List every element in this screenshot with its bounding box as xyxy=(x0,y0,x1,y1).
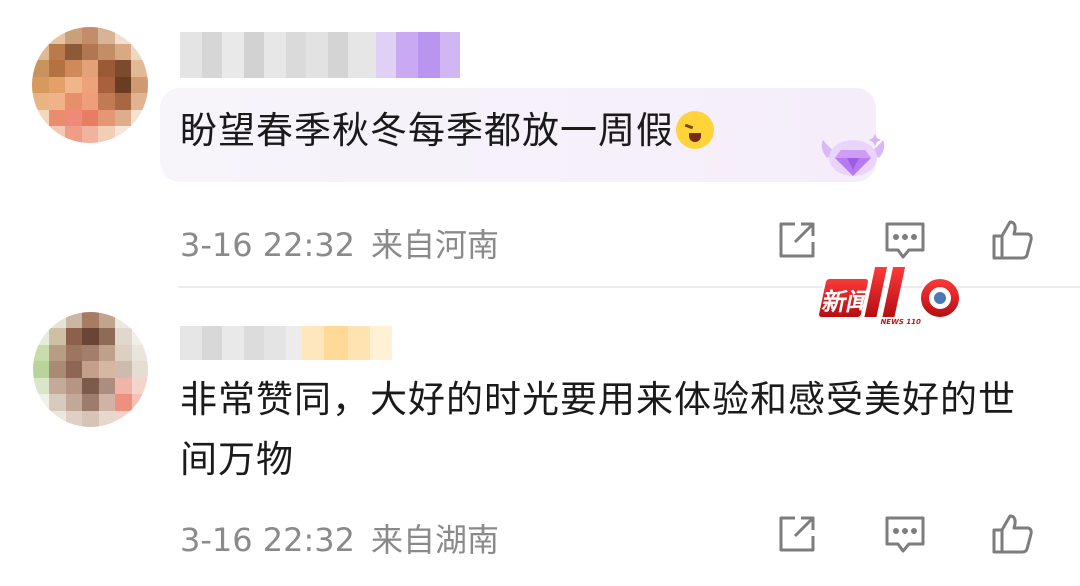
comment-meta: 3-16 22:32 来自湖南 xyxy=(180,515,499,561)
thumbs-up-icon[interactable] xyxy=(990,218,1034,262)
username-blurred[interactable] xyxy=(180,326,392,360)
comment-item: 非常赞同，大好的时光要用来体验和感受美好的世间万物 3-16 22:32 来自湖南 xyxy=(0,288,1080,586)
comment-time: 3-16 22:32 xyxy=(180,521,356,559)
avatar[interactable] xyxy=(32,27,148,143)
comment-item: 盼望春季秋冬每季都放一周假 3-16 22:32 来自河南 xyxy=(0,0,1080,288)
comment-text-content: 盼望春季秋冬每季都放一周假 xyxy=(180,109,674,152)
comment-location: 来自河南 xyxy=(371,226,500,264)
svg-text:NEWS 110: NEWS 110 xyxy=(880,317,922,326)
diamond-badge-icon xyxy=(821,134,885,176)
screaming-face-emoji-icon xyxy=(676,111,714,149)
comment-text: 非常赞同，大好的时光要用来体验和感受美好的世间万物 xyxy=(180,378,1016,481)
share-icon[interactable] xyxy=(775,512,819,556)
comment-location: 来自湖南 xyxy=(371,521,500,559)
comment-icon[interactable] xyxy=(883,218,927,262)
share-icon[interactable] xyxy=(775,218,819,262)
comment-meta: 3-16 22:32 来自河南 xyxy=(180,220,499,266)
comment-text: 盼望春季秋冬每季都放一周假 xyxy=(180,101,714,161)
username-blurred[interactable] xyxy=(180,32,460,78)
news-watermark-logo: 新闻 NEWS 110 xyxy=(816,265,961,326)
thumbs-up-icon[interactable] xyxy=(990,512,1034,556)
avatar[interactable] xyxy=(33,312,148,427)
comment-icon[interactable] xyxy=(883,512,927,556)
comment-time: 3-16 22:32 xyxy=(180,226,356,264)
